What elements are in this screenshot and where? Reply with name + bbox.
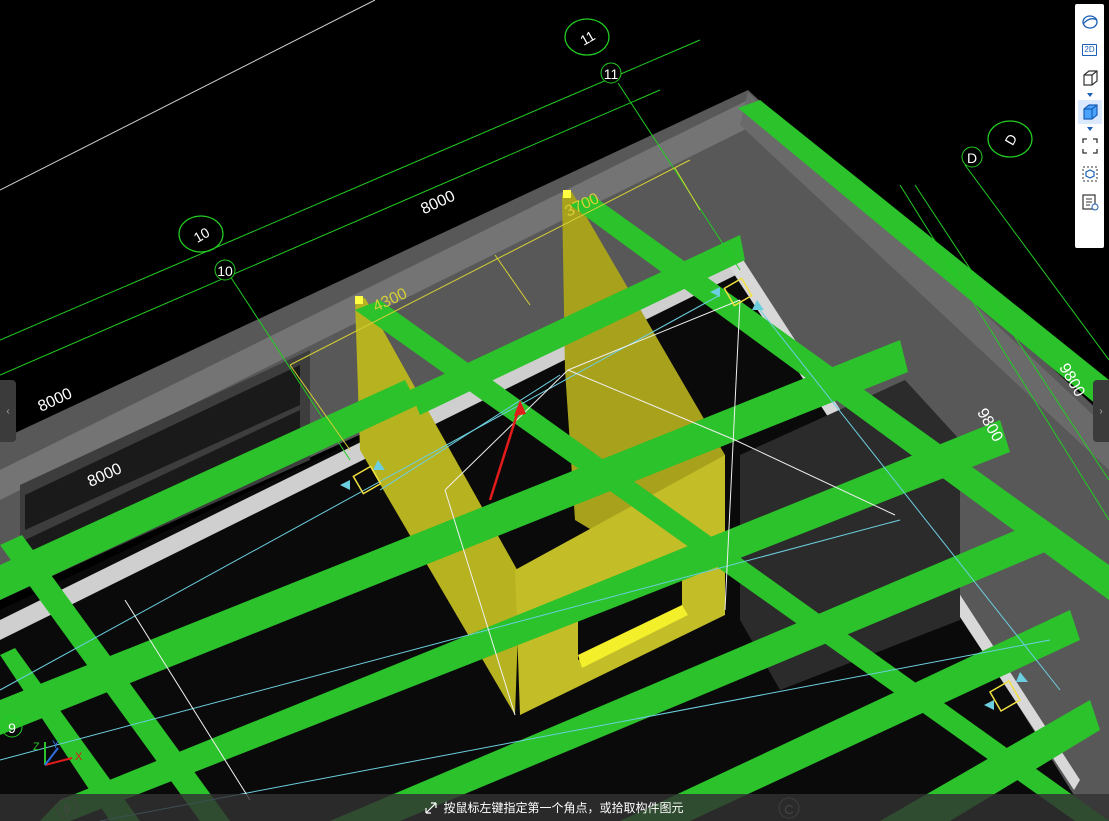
gizmo-y-label: Y [52,739,60,751]
3d-view-button[interactable] [1078,66,1102,90]
zoom-extents-button[interactable] [1078,134,1102,158]
list-doc-icon [1081,194,1098,211]
chevron-left-icon: ‹ [6,405,10,417]
orbit-icon [1081,15,1098,29]
status-bar: 按鼠标左键指定第一个角点，或拾取构件图元 [0,794,1109,821]
view-toolbar: 2D [1075,4,1104,248]
cube-outline-icon [1082,70,1098,86]
shade-mode-dropdown[interactable] [1078,126,1102,132]
properties-button[interactable] [1078,190,1102,214]
fullscreen-icon [1081,138,1098,154]
2d-icon: 2D [1082,44,1097,56]
box-isolate-icon [1082,166,1097,182]
status-message: 按鼠标左键指定第一个角点，或拾取构件图元 [443,801,684,815]
cad-3d-viewport[interactable]: 10 10 11 11 D D 9 8000 8000 8000 9800 98… [0,0,1109,821]
2d-view-button[interactable]: 2D [1078,38,1102,62]
grid-label-10: 10 [217,263,233,279]
caret-down-icon [1086,93,1093,97]
pick-cursor-icon [425,801,438,814]
caret-down-icon [1086,127,1093,131]
orbit-view-button[interactable] [1078,10,1102,34]
chevron-right-icon: › [1099,405,1103,417]
isolate-button[interactable] [1078,162,1102,186]
yellow-cap-a [355,296,363,304]
cube-solid-icon [1082,104,1098,120]
view-mode-dropdown[interactable] [1078,92,1102,98]
yellow-cap-b [563,190,571,198]
right-panel-toggle[interactable]: › [1093,380,1109,442]
grid-label-9: 9 [8,720,16,736]
shaded-view-button[interactable] [1077,100,1102,124]
gizmo-x-label: X [75,751,83,763]
gizmo-z-label: Z [33,741,40,753]
grid-label-d: D [967,150,977,166]
grid-label-11: 11 [604,66,619,82]
left-panel-toggle[interactable]: ‹ [0,380,16,442]
